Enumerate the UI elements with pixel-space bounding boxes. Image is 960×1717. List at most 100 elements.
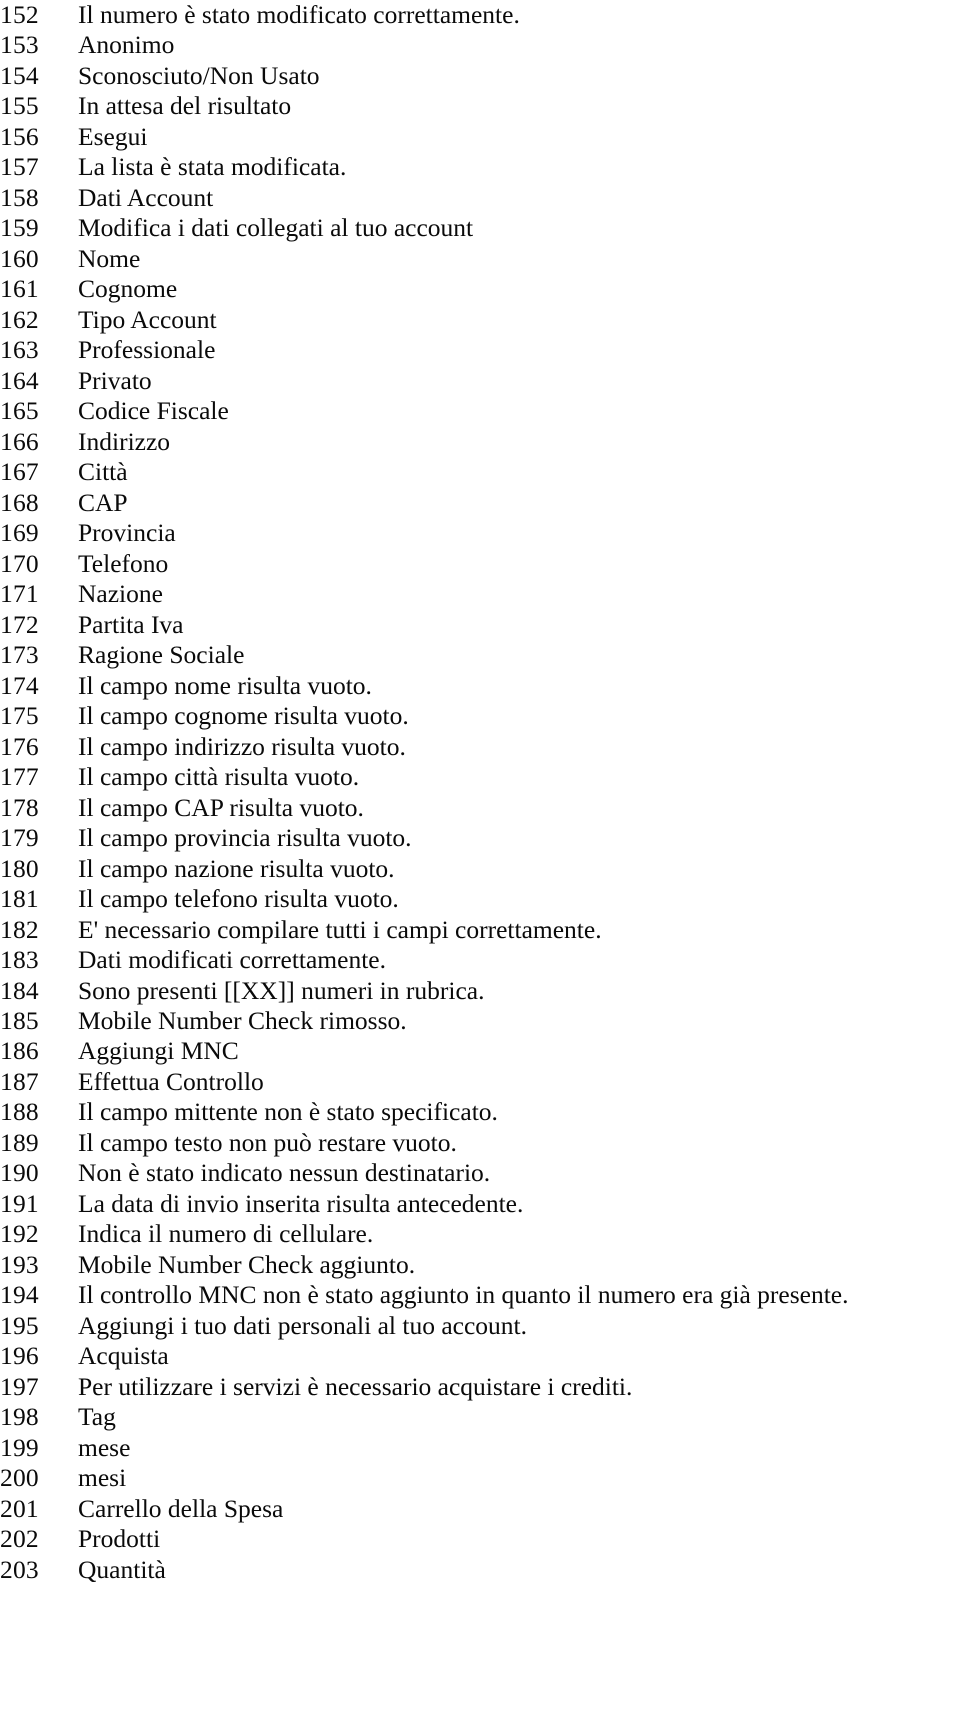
table-row: 180 Il campo nazione risulta vuoto. — [0, 854, 960, 884]
line-number: 162 — [0, 304, 39, 334]
table-row: 183 Dati modificati correttamente. — [0, 945, 960, 975]
line-text: Il numero è stato modificato correttamen… — [78, 0, 520, 29]
line-text: Mobile Number Check aggiunto. — [78, 1249, 416, 1279]
line-number: 184 — [0, 975, 39, 1005]
line-text: mese — [78, 1432, 131, 1462]
line-text: Il campo nome risulta vuoto. — [78, 670, 372, 700]
line-number: 171 — [0, 579, 39, 609]
table-row: 175 Il campo cognome risulta vuoto. — [0, 701, 960, 731]
table-row: 203 Quantità — [0, 1555, 960, 1585]
line-number: 175 — [0, 701, 39, 731]
line-number: 201 — [0, 1493, 39, 1523]
line-number: 177 — [0, 762, 39, 792]
line-text: E' necessario compilare tutti i campi co… — [78, 914, 602, 944]
line-number: 189 — [0, 1127, 39, 1157]
line-number: 193 — [0, 1249, 39, 1279]
line-text: Indica il numero di cellulare. — [78, 1219, 374, 1249]
table-row: 195 Aggiungi i tuo dati personali al tuo … — [0, 1311, 960, 1341]
table-row: 170 Telefono — [0, 549, 960, 579]
table-row: 154 Sconosciuto/Non Usato — [0, 61, 960, 91]
line-text: Carrello della Spesa — [78, 1493, 284, 1523]
line-number: 200 — [0, 1463, 39, 1493]
line-text: Il campo mittente non è stato specificat… — [78, 1097, 498, 1127]
line-number: 202 — [0, 1524, 39, 1554]
line-text: Aggiungi i tuo dati personali al tuo acc… — [78, 1310, 527, 1340]
numbered-string-table-body: 152 Il numero è stato modificato corretta… — [0, 0, 960, 1585]
line-number: 163 — [0, 335, 39, 365]
line-text: Il campo testo non può restare vuoto. — [78, 1127, 457, 1157]
line-number: 183 — [0, 945, 39, 975]
line-text: Tag — [78, 1402, 116, 1432]
table-row: 196 Acquista — [0, 1341, 960, 1371]
numbered-string-table: 152 Il numero è stato modificato corretta… — [0, 0, 960, 1585]
line-number: 182 — [0, 914, 39, 944]
line-text: Il campo nazione risulta vuoto. — [78, 853, 395, 883]
table-row: 197 Per utilizzare i servizi è necessario… — [0, 1372, 960, 1402]
line-text: Sconosciuto/Non Usato — [78, 60, 320, 90]
line-number: 197 — [0, 1371, 39, 1401]
line-text: Effettua Controllo — [78, 1066, 264, 1096]
table-row: 173 Ragione Sociale — [0, 640, 960, 670]
line-text: Ragione Sociale — [78, 640, 245, 670]
line-text: Il campo CAP risulta vuoto. — [78, 792, 364, 822]
line-text: Nazione — [78, 579, 163, 609]
table-row: 199 mese — [0, 1433, 960, 1463]
line-text: Non è stato indicato nessun destinatario… — [78, 1158, 491, 1188]
line-number: 158 — [0, 182, 39, 212]
line-text: Anonimo — [78, 30, 175, 60]
table-row: 158 Dati Account — [0, 183, 960, 213]
line-number: 179 — [0, 823, 39, 853]
line-number: 196 — [0, 1341, 39, 1371]
table-row: 179 Il campo provincia risulta vuoto. — [0, 823, 960, 853]
table-row: 184 Sono presenti [[XX]] numeri in rubric… — [0, 976, 960, 1006]
line-text: Il campo indirizzo risulta vuoto. — [78, 731, 406, 761]
line-text: La lista è stata modificata. — [78, 152, 347, 182]
line-text: Il controllo MNC non è stato aggiunto in… — [78, 1280, 849, 1310]
line-number: 198 — [0, 1402, 39, 1432]
table-row: 172 Partita Iva — [0, 610, 960, 640]
line-number: 168 — [0, 487, 39, 517]
line-text: Città — [78, 457, 128, 487]
table-row: 153 Anonimo — [0, 30, 960, 60]
line-text: Mobile Number Check rimosso. — [78, 1005, 407, 1035]
line-text: Codice Fiscale — [78, 396, 229, 426]
table-row: 161 Cognome — [0, 274, 960, 304]
line-number: 152 — [0, 0, 39, 29]
table-row: 181 Il campo telefono risulta vuoto. — [0, 884, 960, 914]
line-number: 188 — [0, 1097, 39, 1127]
line-number: 161 — [0, 274, 39, 304]
line-number: 153 — [0, 30, 39, 60]
line-text: Il campo telefono risulta vuoto. — [78, 884, 399, 914]
line-text: Tipo Account — [78, 304, 217, 334]
line-number: 166 — [0, 426, 39, 456]
line-text: Cognome — [78, 274, 178, 304]
table-row: 165 Codice Fiscale — [0, 396, 960, 426]
line-number: 180 — [0, 853, 39, 883]
table-row: 198 Tag — [0, 1402, 960, 1432]
line-number: 172 — [0, 609, 39, 639]
table-row: 174 Il campo nome risulta vuoto. — [0, 671, 960, 701]
table-row: 152 Il numero è stato modificato corretta… — [0, 0, 960, 30]
table-row: 190 Non è stato indicato nessun destinata… — [0, 1158, 960, 1188]
table-row: 159 Modifica i dati collegati al tuo acco… — [0, 213, 960, 243]
line-text: Dati modificati correttamente. — [78, 945, 386, 975]
table-row: 162 Tipo Account — [0, 305, 960, 335]
line-number: 195 — [0, 1310, 39, 1340]
table-row: 168 CAP — [0, 488, 960, 518]
line-text: mesi — [78, 1463, 127, 1493]
table-row: 182 E' necessario compilare tutti i campi… — [0, 915, 960, 945]
line-text: Telefono — [78, 548, 169, 578]
line-number: 159 — [0, 213, 39, 243]
table-row: 171 Nazione — [0, 579, 960, 609]
line-number: 165 — [0, 396, 39, 426]
table-row: 193 Mobile Number Check aggiunto. — [0, 1250, 960, 1280]
line-text: Dati Account — [78, 182, 214, 212]
line-text: Il campo città risulta vuoto. — [78, 762, 360, 792]
line-number: 154 — [0, 60, 39, 90]
table-row: 167 Città — [0, 457, 960, 487]
table-row: 156 Esegui — [0, 122, 960, 152]
table-row: 187 Effettua Controllo — [0, 1067, 960, 1097]
line-number: 169 — [0, 518, 39, 548]
line-number: 178 — [0, 792, 39, 822]
table-row: 192 Indica il numero di cellulare. — [0, 1219, 960, 1249]
